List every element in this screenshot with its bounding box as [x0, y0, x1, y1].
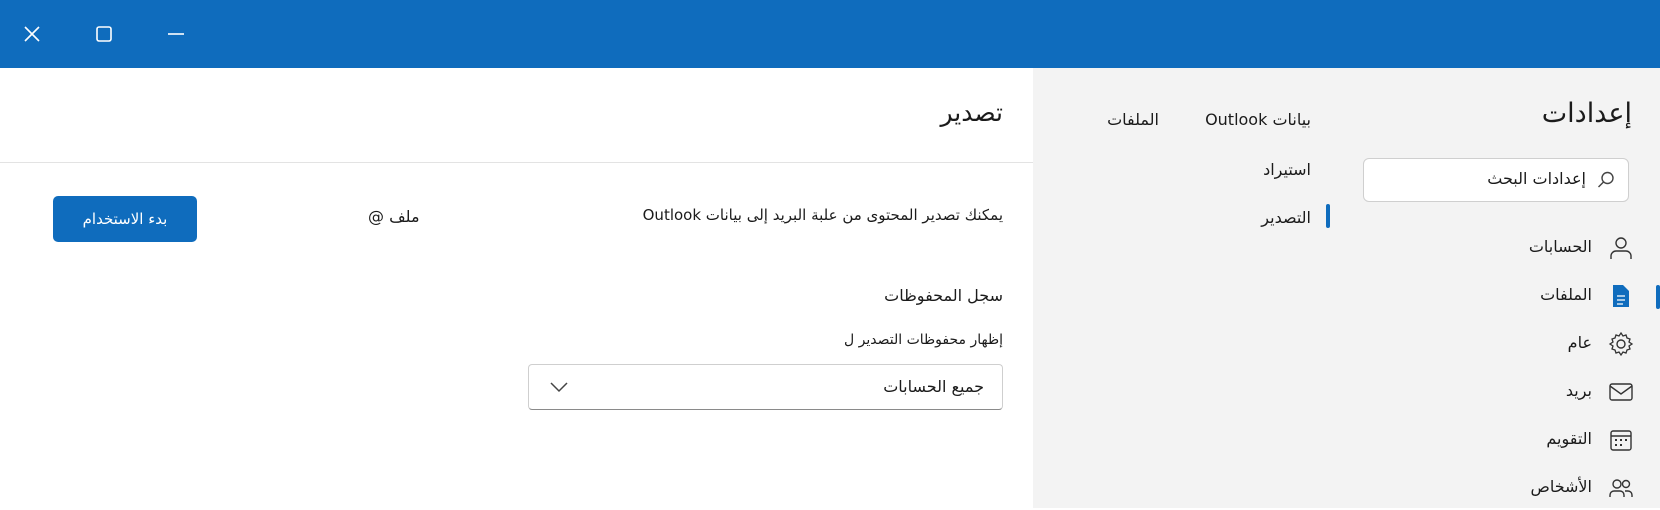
- search-input[interactable]: إعدادات البحث: [1363, 158, 1629, 202]
- sub-item-import[interactable]: استيراد: [1263, 160, 1311, 179]
- nav-item-label: الملفات: [1540, 285, 1592, 304]
- close-button[interactable]: [12, 14, 52, 54]
- nav-item-general[interactable]: عام: [1333, 322, 1660, 366]
- nav-item-accounts[interactable]: الحسابات: [1333, 226, 1660, 270]
- minimize-button[interactable]: [156, 14, 196, 54]
- calendar-icon: [1610, 430, 1632, 451]
- people-icon: [1609, 479, 1633, 497]
- nav-item-label: بريد: [1565, 381, 1592, 400]
- content-pane: تصدير يمكنك تصدير المحتوى من علبة البريد…: [0, 68, 1033, 508]
- settings-nav-pane: إعدادات إعدادات البحث الحسابات الملفات ع…: [1333, 68, 1660, 508]
- tab-outlook-data[interactable]: بيانات Outlook: [1205, 110, 1311, 129]
- divider: [0, 162, 1033, 163]
- chevron-down-icon: [550, 382, 568, 393]
- person-icon: [1610, 237, 1632, 259]
- nav-item-files[interactable]: الملفات: [1333, 274, 1660, 318]
- selected-indicator: [1656, 285, 1660, 309]
- mail-icon: [1609, 383, 1633, 401]
- nav-item-label: الحسابات: [1528, 237, 1592, 256]
- dropdown-value: جميع الحسابات: [883, 377, 984, 396]
- page-title: تصدير: [940, 98, 1003, 127]
- maximize-icon: [96, 26, 112, 42]
- nav-item-mail[interactable]: بريد: [1333, 370, 1660, 414]
- search-icon: [1598, 171, 1614, 188]
- file-type-label: ملف @: [368, 207, 420, 226]
- close-icon: [24, 26, 40, 42]
- maximize-button[interactable]: [84, 14, 124, 54]
- export-description: يمكنك تصدير المحتوى من علبة البريد إلى ب…: [642, 206, 1003, 224]
- nav-item-calendar[interactable]: التقويم: [1333, 418, 1660, 462]
- nav-item-label: التقويم: [1546, 429, 1592, 448]
- sub-nav-pane: بيانات Outlook الملفات استيراد التصدير: [1033, 68, 1333, 508]
- document-icon: [1613, 285, 1629, 307]
- history-section-title: سجل المحفوظات: [884, 286, 1003, 305]
- selected-indicator: [1326, 204, 1330, 228]
- tab-files[interactable]: الملفات: [1107, 110, 1159, 129]
- gear-icon: [1608, 331, 1634, 357]
- title-bar: [0, 0, 1660, 68]
- start-export-button[interactable]: بدء الاستخدام: [53, 196, 197, 242]
- minimize-icon: [168, 33, 184, 35]
- sub-item-export[interactable]: التصدير: [1261, 208, 1311, 227]
- settings-title: إعدادات: [1541, 98, 1632, 129]
- show-history-label: إظهار محفوظات التصدير ل: [844, 332, 1003, 348]
- accounts-dropdown[interactable]: جميع الحسابات: [528, 364, 1003, 410]
- search-placeholder: إعدادات البحث: [1487, 169, 1586, 188]
- nav-item-label: عام: [1567, 333, 1592, 352]
- nav-item-people[interactable]: الأشخاص: [1333, 466, 1660, 510]
- nav-item-label: الأشخاص: [1530, 477, 1592, 496]
